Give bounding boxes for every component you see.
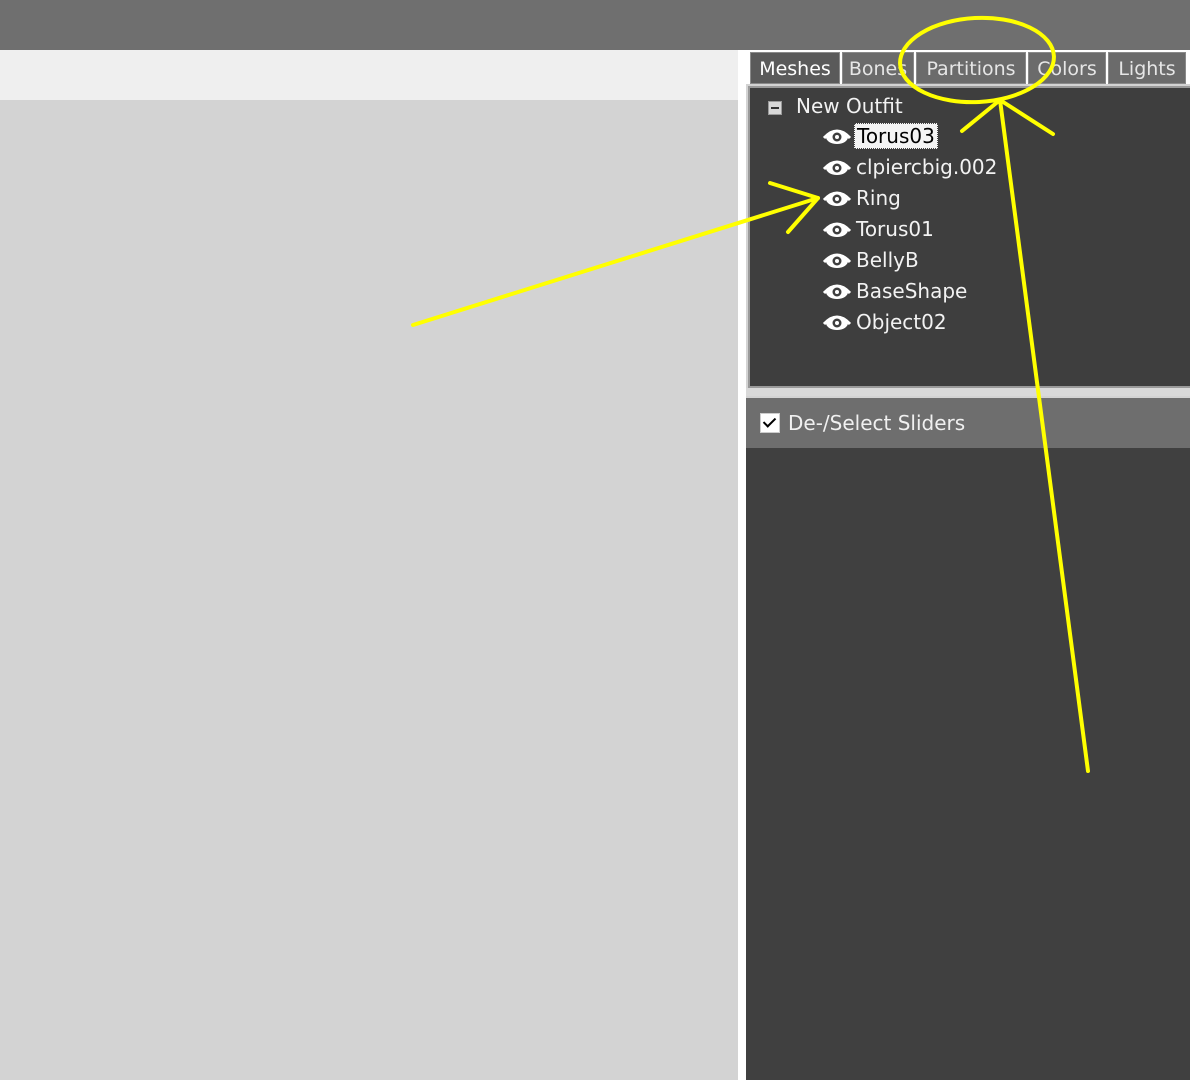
- tab-partitions[interactable]: Partitions: [916, 52, 1026, 84]
- mesh-item[interactable]: BaseShape: [822, 277, 969, 305]
- eye-icon[interactable]: [822, 156, 852, 178]
- eye-icon[interactable]: [822, 249, 852, 271]
- mesh-item[interactable]: clpiercbig.002: [822, 153, 999, 181]
- eye-icon[interactable]: [822, 125, 852, 147]
- eye-icon[interactable]: [822, 187, 852, 209]
- tree-root-label[interactable]: New Outfit: [796, 94, 903, 118]
- mesh-label[interactable]: clpiercbig.002: [854, 155, 999, 179]
- collapse-icon[interactable]: [768, 101, 782, 115]
- eye-icon[interactable]: [822, 311, 852, 333]
- panel-splitter[interactable]: [738, 50, 746, 1080]
- mesh-label[interactable]: Torus01: [854, 217, 936, 241]
- viewport-toolbar: [0, 50, 738, 100]
- mesh-label[interactable]: Object02: [854, 310, 949, 334]
- tab-lights[interactable]: Lights: [1108, 52, 1186, 84]
- mesh-label[interactable]: Torus03: [854, 123, 938, 149]
- 3d-viewport[interactable]: [0, 100, 738, 1080]
- slider-list-area: [746, 448, 1190, 1080]
- mesh-item[interactable]: Ring: [822, 184, 903, 212]
- tab-bar: Meshes Bones Partitions Colors Lights: [746, 50, 1190, 84]
- select-sliders-checkbox[interactable]: [760, 413, 780, 433]
- eye-icon[interactable]: [822, 280, 852, 302]
- mesh-label[interactable]: BellyB: [854, 248, 921, 272]
- eye-icon[interactable]: [822, 218, 852, 240]
- title-bar: [0, 0, 1190, 50]
- mesh-item[interactable]: BellyB: [822, 246, 921, 274]
- mesh-label[interactable]: Ring: [854, 186, 903, 210]
- select-sliders-label[interactable]: De-/Select Sliders: [788, 411, 965, 435]
- panel-divider[interactable]: [746, 388, 1190, 396]
- mesh-item[interactable]: Torus03: [822, 122, 938, 150]
- slider-header: De-/Select Sliders: [746, 398, 1190, 448]
- tab-meshes[interactable]: Meshes: [750, 52, 840, 84]
- mesh-item[interactable]: Torus01: [822, 215, 936, 243]
- mesh-item[interactable]: Object02: [822, 308, 949, 336]
- tab-colors[interactable]: Colors: [1028, 52, 1106, 84]
- tab-bones[interactable]: Bones: [842, 52, 914, 84]
- tree-root: New Outfit: [768, 92, 903, 120]
- mesh-label[interactable]: BaseShape: [854, 279, 969, 303]
- mesh-tree-panel: New Outfit Torus03 clpiercbig.002 Ring Toru…: [748, 86, 1190, 388]
